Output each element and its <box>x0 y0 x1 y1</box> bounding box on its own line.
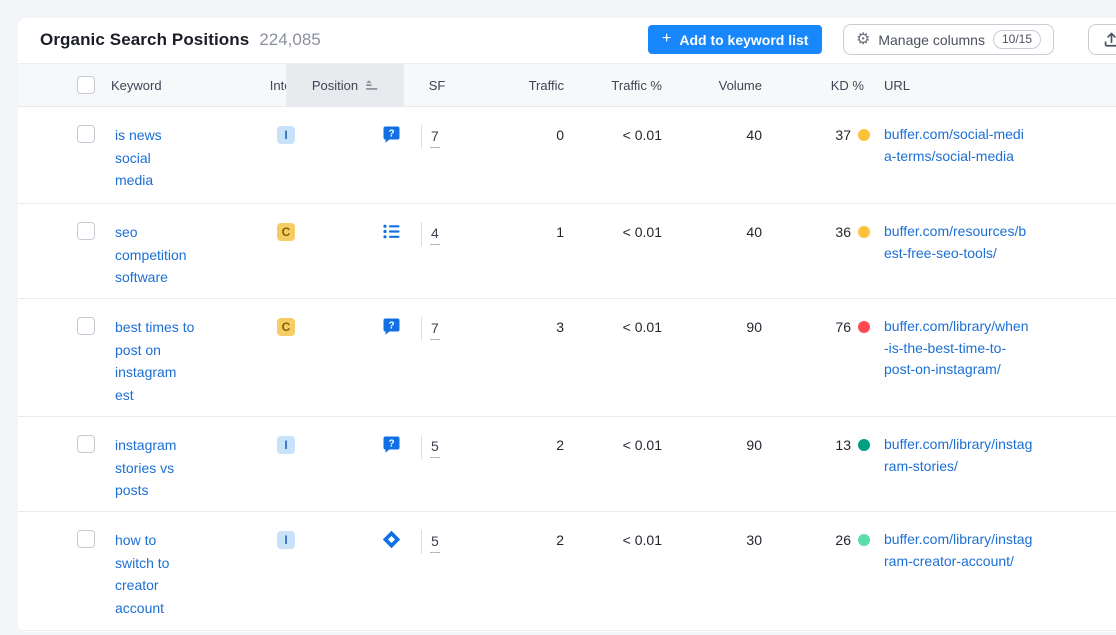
columns-count-badge: 10/15 <box>993 30 1041 49</box>
column-header-kd[interactable]: KD % <box>768 64 870 106</box>
table-header-row: Keyword Intent Position SF Traffic Traff… <box>18 63 1116 107</box>
volume-value: 90 <box>668 417 768 456</box>
position-value[interactable]: 7 <box>430 318 440 340</box>
column-header-traffic[interactable]: Traffic <box>470 64 570 106</box>
intent-badge: I <box>277 436 295 454</box>
keyword-link[interactable]: seo competition software <box>115 221 219 289</box>
table-row: is news social media I ? 7 0 < 0.01 40 3… <box>18 107 1116 204</box>
page-title: Organic Search Positions <box>40 30 249 50</box>
kd-difficulty-dot <box>858 534 870 546</box>
kd-difficulty-dot <box>858 321 870 333</box>
column-header-sf[interactable]: SF <box>404 64 470 106</box>
divider <box>421 530 422 554</box>
header-spacer <box>18 64 68 106</box>
row-checkbox[interactable] <box>77 435 95 453</box>
kd-value: 76 <box>835 316 851 338</box>
kd-value: 13 <box>835 434 851 456</box>
position-value[interactable]: 5 <box>430 531 440 553</box>
svg-text:?: ? <box>388 439 394 450</box>
traffic-value: 0 <box>470 107 570 146</box>
traffic-pct-value: < 0.01 <box>570 417 668 456</box>
svg-text:?: ? <box>388 321 394 332</box>
table-row: best times to post on instagram est C ? … <box>18 299 1116 417</box>
divider <box>421 222 422 246</box>
url-link[interactable]: buffer.com/social-medi a-terms/social-me… <box>884 124 1084 167</box>
select-all-checkbox[interactable] <box>77 76 95 94</box>
list-icon[interactable] <box>382 222 401 241</box>
organic-search-positions-panel: Organic Search Positions 224,085 + Add t… <box>18 18 1116 632</box>
table-row: how to switch to creator account I 5 2 <… <box>18 512 1116 631</box>
traffic-value: 2 <box>470 417 570 456</box>
traffic-pct-value: < 0.01 <box>570 107 668 146</box>
position-value[interactable]: 4 <box>430 223 440 245</box>
add-to-keyword-list-button[interactable]: + Add to keyword list <box>648 25 822 54</box>
keyword-link[interactable]: is news social media <box>115 124 219 192</box>
instant-answer-icon[interactable] <box>382 530 401 549</box>
position-value[interactable]: 7 <box>430 126 440 148</box>
traffic-pct-value: < 0.01 <box>570 204 668 243</box>
traffic-value: 1 <box>470 204 570 243</box>
intent-badge: C <box>277 223 295 241</box>
kd-difficulty-dot <box>858 226 870 238</box>
position-value[interactable]: 5 <box>430 436 440 458</box>
panel-header: Organic Search Positions 224,085 + Add t… <box>18 18 1116 63</box>
volume-value: 30 <box>668 512 768 551</box>
url-link[interactable]: buffer.com/library/when -is-the-best-tim… <box>884 316 1084 381</box>
kd-value: 37 <box>835 124 851 146</box>
people-also-ask-icon[interactable]: ? <box>382 125 401 144</box>
kd-difficulty-dot <box>858 439 870 451</box>
kd-value: 26 <box>835 529 851 551</box>
people-also-ask-icon[interactable]: ? <box>382 435 401 454</box>
keyword-link[interactable]: instagram stories vs posts <box>115 434 219 502</box>
intent-badge: C <box>277 318 295 336</box>
gear-icon: ⚙ <box>856 32 870 48</box>
intent-badge: I <box>277 126 295 144</box>
column-header-position[interactable]: Position <box>314 64 404 106</box>
volume-value: 90 <box>668 299 768 338</box>
manage-columns-button[interactable]: ⚙ Manage columns 10/15 <box>843 24 1054 55</box>
sort-ascending-icon <box>365 80 378 91</box>
intent-badge: I <box>277 531 295 549</box>
row-checkbox[interactable] <box>77 530 95 548</box>
column-header-url[interactable]: URL <box>870 64 1116 106</box>
export-icon <box>1103 31 1116 48</box>
row-checkbox[interactable] <box>77 317 95 335</box>
row-checkbox[interactable] <box>77 125 95 143</box>
kd-value: 36 <box>835 221 851 243</box>
column-header-keyword[interactable]: Keyword <box>104 64 258 106</box>
divider <box>421 435 422 459</box>
column-header-volume[interactable]: Volume <box>668 64 768 106</box>
table-row: seo competition software C 4 1 < 0.01 40… <box>18 204 1116 299</box>
svg-text:?: ? <box>388 129 394 140</box>
keyword-link[interactable]: best times to post on instagram est <box>115 316 219 406</box>
volume-value: 40 <box>668 204 768 243</box>
traffic-pct-value: < 0.01 <box>570 299 668 338</box>
people-also-ask-icon[interactable]: ? <box>382 317 401 336</box>
column-header-traffic-pct[interactable]: Traffic % <box>570 64 668 106</box>
url-link[interactable]: buffer.com/resources/b est-free-seo-tool… <box>884 221 1084 264</box>
table-body: is news social media I ? 7 0 < 0.01 40 3… <box>18 107 1116 631</box>
traffic-value: 3 <box>470 299 570 338</box>
export-button[interactable] <box>1088 24 1116 55</box>
url-link[interactable]: buffer.com/library/instag ram-stories/ <box>884 434 1084 477</box>
kd-difficulty-dot <box>858 129 870 141</box>
keyword-link[interactable]: how to switch to creator account <box>115 529 219 619</box>
url-link[interactable]: buffer.com/library/instag ram-creator-ac… <box>884 529 1084 572</box>
volume-value: 40 <box>668 107 768 146</box>
results-count: 224,085 <box>259 30 320 50</box>
divider <box>421 317 422 341</box>
table-row: instagram stories vs posts I ? 5 2 < 0.0… <box>18 417 1116 512</box>
traffic-value: 2 <box>470 512 570 551</box>
divider <box>421 125 422 149</box>
row-checkbox[interactable] <box>77 222 95 240</box>
traffic-pct-value: < 0.01 <box>570 512 668 551</box>
plus-icon: + <box>662 31 671 47</box>
